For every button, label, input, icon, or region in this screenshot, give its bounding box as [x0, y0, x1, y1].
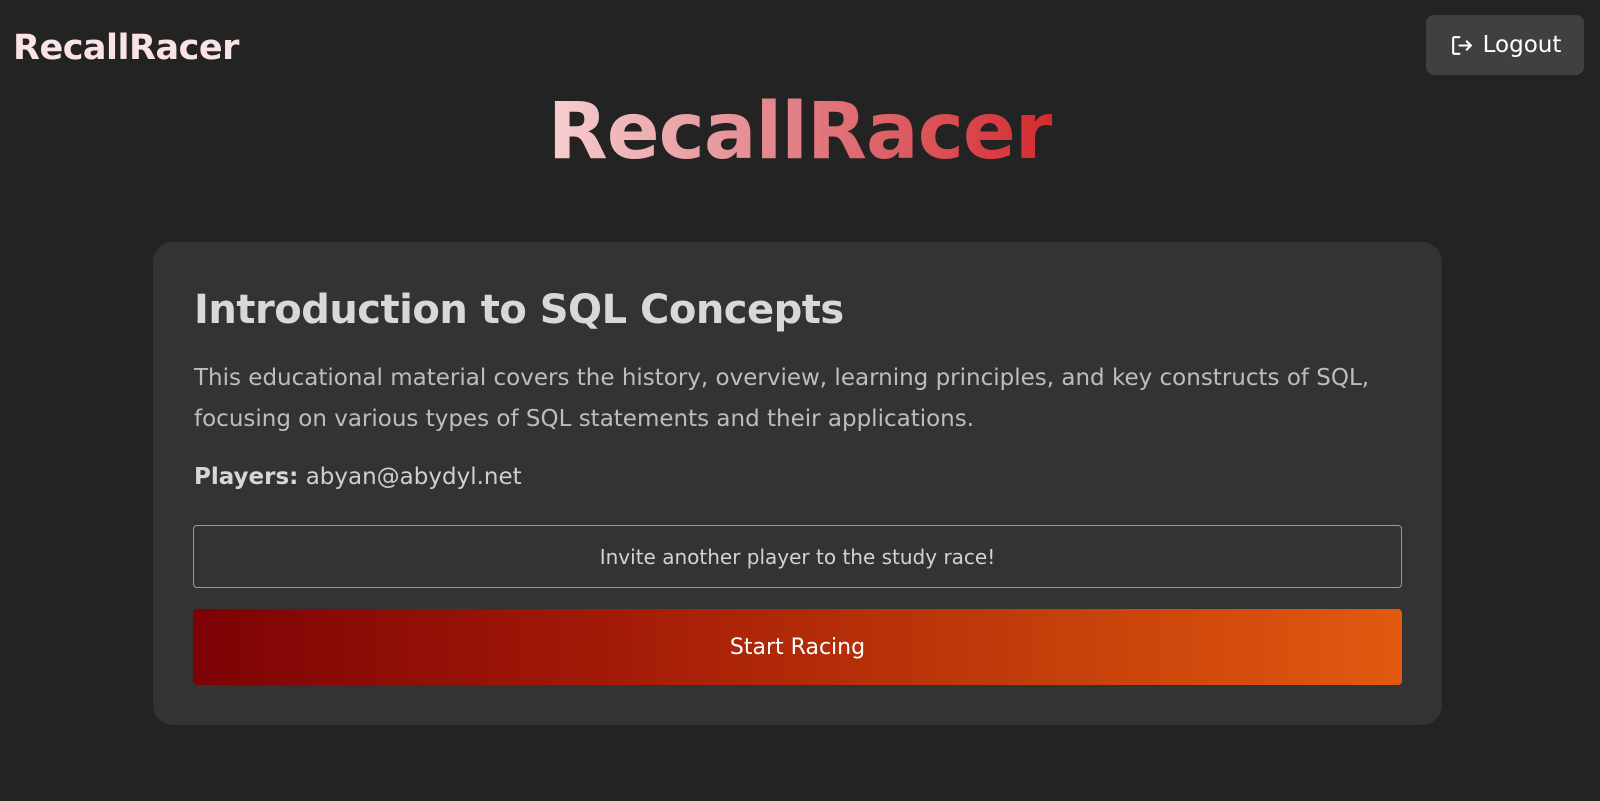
logout-icon — [1449, 33, 1474, 58]
start-racing-button[interactable]: Start Racing — [193, 609, 1402, 685]
race-title: Introduction to SQL Concepts — [194, 287, 844, 333]
hero-title: RecallRacer — [0, 82, 1600, 182]
start-racing-label: Start Racing — [729, 634, 866, 660]
race-description: This educational material covers the his… — [194, 365, 1370, 432]
logout-label: Logout — [1482, 32, 1562, 58]
page: RecallRacer Logout RecallRacer Introduct… — [0, 0, 1600, 801]
invite-player-label: Invite another player to the study race! — [599, 544, 996, 569]
race-card: Introduction to SQL Concepts This educat… — [153, 242, 1442, 725]
hero-title-text: RecallRacer — [547, 87, 1054, 177]
players-label: Players: — [194, 464, 299, 490]
logout-button[interactable]: Logout — [1426, 15, 1584, 75]
players-value: abyan@abydyl.net — [305, 464, 522, 490]
brand-logo-text[interactable]: RecallRacer — [13, 25, 239, 71]
players-line: Players: abyan@abydyl.net — [194, 462, 522, 492]
invite-player-button[interactable]: Invite another player to the study race! — [193, 525, 1402, 588]
